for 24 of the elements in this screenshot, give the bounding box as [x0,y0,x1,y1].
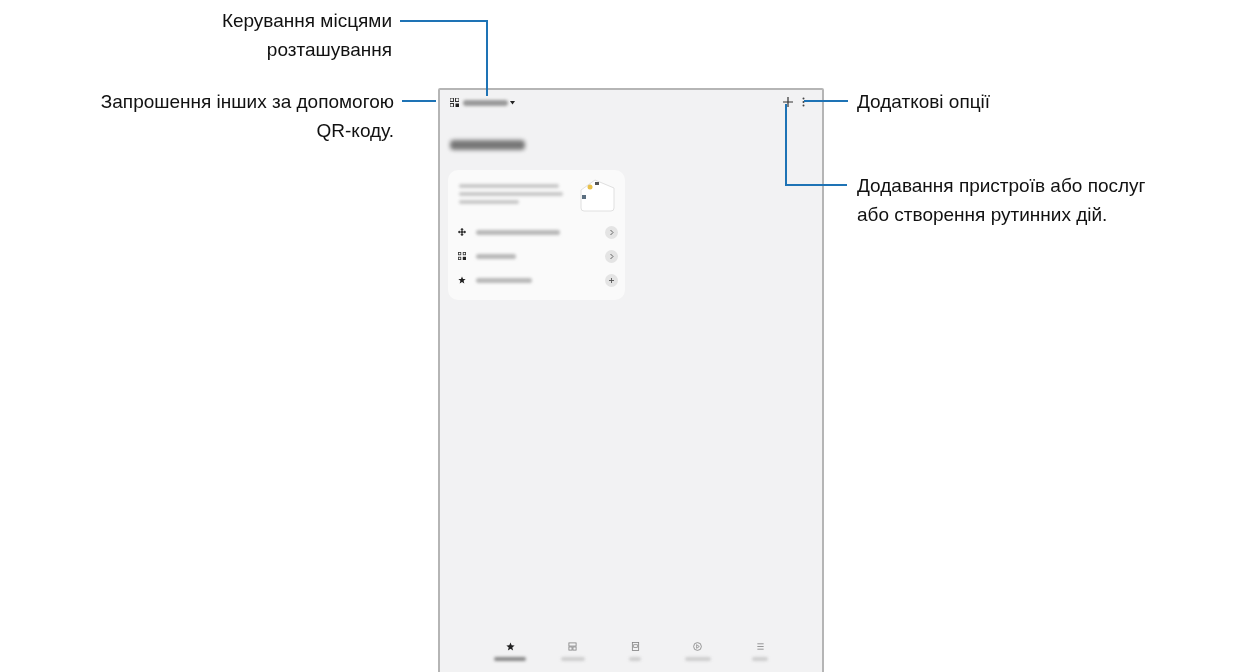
star-icon [505,642,515,651]
flower-icon [458,228,466,236]
grid-icon [568,642,577,651]
star-icon [458,276,466,284]
qr-code-icon[interactable] [450,98,459,107]
menu-icon [755,642,765,651]
document-icon [630,642,640,651]
blurred-text [459,200,519,204]
blurred-text [476,277,532,283]
caret-icon [510,100,515,105]
callout-text: Керування місцями розташування [221,9,392,62]
leader-line [804,100,848,102]
leader-line [402,100,436,102]
home-illustration [580,178,616,212]
callout-text: Додавання пристроїв або послуг або створення рутинних дій. [857,174,1146,227]
more-options-icon[interactable] [802,97,805,107]
location-selector[interactable] [463,99,515,106]
add-icon[interactable] [783,97,793,107]
play-icon [693,642,702,651]
callout-text: Запрошення інших за допомогою QR-коду. [100,90,394,143]
blurred-text [476,253,516,259]
add-button[interactable] [605,273,618,287]
callout-text: Додаткові опції [857,90,991,114]
qr-code-icon [458,252,466,260]
